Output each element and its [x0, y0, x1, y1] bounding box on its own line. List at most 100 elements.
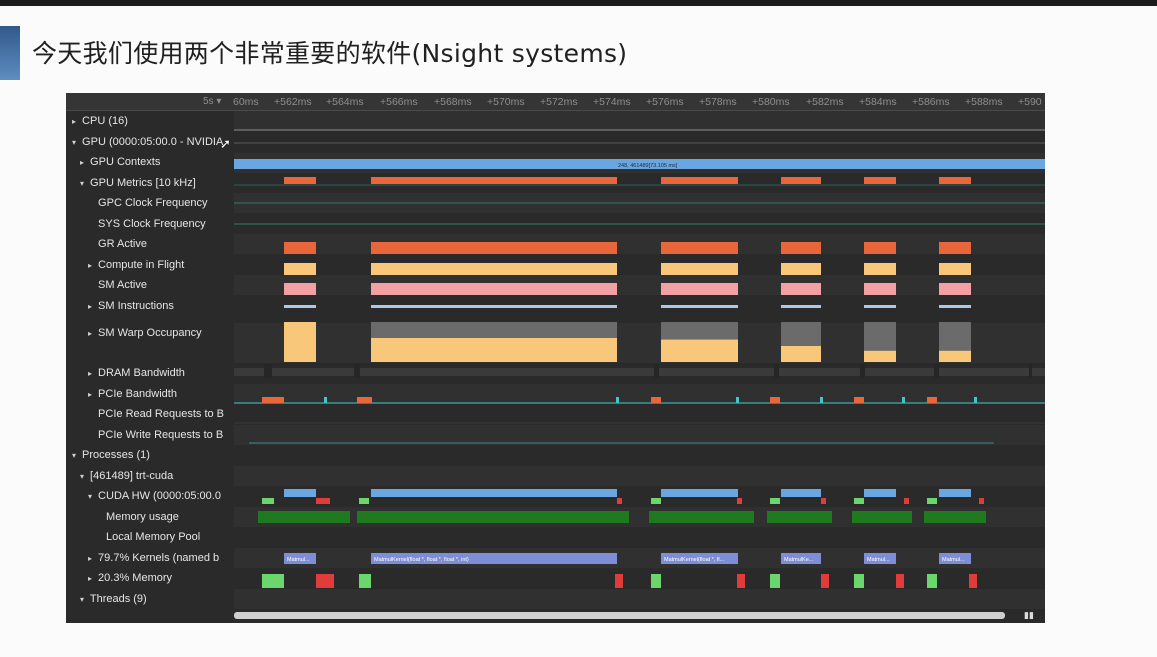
gr-active-segment — [284, 242, 316, 254]
collapsed-arrow-icon[interactable]: ▸ — [85, 385, 95, 404]
compute-in-flight-segment — [939, 263, 971, 275]
dram-gap — [774, 364, 779, 378]
top-window-bar — [0, 0, 1157, 6]
tree-row-label: [461489] trt-cuda — [87, 470, 174, 482]
tree-row[interactable]: Local Memory Pool — [66, 527, 232, 547]
tree-row[interactable]: PCIe Read Requests to B — [66, 404, 232, 424]
tree-row-label: SYS Clock Frequency — [95, 218, 206, 230]
row-tree: ▸ CPU (16) ▾ GPU (0000:05:00.0 - NVIDIA ▸ … — [66, 111, 234, 623]
tree-row[interactable]: ▸ GPU Contexts — [66, 152, 232, 172]
cuda-hw-memory-segment — [854, 498, 864, 504]
expanded-arrow-icon[interactable]: ▾ — [77, 590, 87, 609]
warp-stall-segment — [661, 322, 738, 340]
tree-row-label: SM Instructions — [95, 300, 174, 312]
tree-row[interactable]: SYS Clock Frequency — [66, 214, 232, 234]
tree-row[interactable]: ▾ Processes (1) — [66, 445, 232, 465]
collapsed-arrow-icon[interactable]: ▸ — [85, 569, 95, 588]
sm-instructions-segment — [864, 305, 896, 308]
sm-instructions-segment — [939, 305, 971, 308]
tree-row-label: CUDA HW (0000:05:00.0 — [95, 490, 221, 502]
ruler-tick: +570ms — [487, 96, 525, 108]
metrics-summary-segment — [661, 177, 738, 184]
dram-gap — [860, 364, 865, 378]
cuda-hw-memcpy-segment — [617, 498, 622, 504]
tree-row[interactable]: GPC Clock Frequency — [66, 193, 232, 213]
memory-transfer-red — [615, 574, 623, 588]
sm-active-segment — [371, 283, 617, 295]
sm-instructions-segment — [661, 305, 738, 308]
collapsed-arrow-icon[interactable]: ▸ — [85, 297, 95, 316]
gr-active-segment — [939, 242, 971, 254]
nsight-screenshot: 5s ▾ 60ms +562ms +564ms +566ms +568ms +570ms +… — [66, 93, 1045, 623]
tree-row[interactable]: ▸ 20.3% Memory — [66, 568, 232, 588]
row-stripe — [234, 548, 1045, 568]
memory-usage-segment — [258, 511, 350, 523]
tree-row[interactable]: ▸ 79.7% Kernels (named b — [66, 548, 232, 568]
memory-transfer-green — [651, 574, 661, 588]
pcie-cyan-spike — [902, 397, 905, 403]
tree-row[interactable]: SM Active — [66, 275, 232, 295]
dram-gap — [1029, 364, 1032, 378]
metrics-summary-segment — [371, 177, 617, 184]
tree-row[interactable]: ▸ CPU (16) — [66, 111, 232, 131]
tree-row[interactable]: ▾ [461489] trt-cuda — [66, 466, 232, 486]
expanded-arrow-icon[interactable]: ▾ — [69, 446, 79, 465]
zoom-label[interactable]: 5s ▾ — [203, 96, 221, 107]
tree-row[interactable]: ▾ CUDA HW (0000:05:00.0 — [66, 486, 232, 506]
tree-row[interactable]: ▸ PCIe Bandwidth — [66, 384, 232, 404]
cuda-hw-memory-segment — [770, 498, 780, 504]
warp-stall-segment — [371, 322, 617, 338]
timeline-ruler[interactable]: 5s ▾ 60ms +562ms +564ms +566ms +568ms +570ms +… — [66, 93, 1045, 111]
sm-active-segment — [661, 283, 738, 295]
ruler-tick: +564ms — [326, 96, 364, 108]
expanded-arrow-icon[interactable]: ▾ — [77, 467, 87, 486]
pcie-cyan-spike — [736, 397, 739, 403]
dram-gap — [654, 364, 659, 378]
tree-row[interactable]: ▸ Compute in Flight — [66, 255, 232, 275]
compute-in-flight-segment — [661, 263, 738, 275]
row-stripe — [234, 111, 1045, 131]
scroll-grip-icon[interactable]: ▮▮ — [1024, 611, 1034, 621]
kernel-label: Matmul... — [867, 557, 890, 563]
expanded-arrow-icon[interactable]: ▾ — [77, 174, 87, 193]
tree-row[interactable]: ▾ GPU Metrics [10 kHz] — [66, 173, 232, 193]
tree-row[interactable]: ▾ Threads (9) — [66, 589, 232, 609]
kernel-label: Matmul... — [287, 557, 310, 563]
collapsed-arrow-icon[interactable]: ▸ — [69, 112, 79, 131]
collapsed-arrow-icon[interactable]: ▸ — [85, 549, 95, 568]
collapsed-arrow-icon[interactable]: ▸ — [77, 153, 87, 172]
tree-row-label: GPU Contexts — [87, 156, 161, 168]
compute-in-flight-segment — [371, 263, 617, 275]
tree-row[interactable]: ▸ SM Instructions — [66, 296, 232, 316]
collapsed-arrow-icon[interactable]: ▸ — [85, 256, 95, 275]
collapsed-arrow-icon[interactable]: ▸ — [85, 364, 95, 383]
cuda-hw-memory-segment — [262, 498, 274, 504]
tree-row[interactable]: ▾ GPU (0000:05:00.0 - NVIDIA — [66, 132, 232, 152]
row-stripe — [234, 234, 1045, 254]
expanded-arrow-icon[interactable]: ▾ — [69, 133, 79, 152]
memory-transfer-green — [927, 574, 937, 588]
pcie-cyan-spike — [616, 397, 619, 403]
tree-row[interactable]: PCIe Write Requests to B — [66, 425, 232, 445]
timeline-area[interactable]: 248, 461489[73.105 ms] Matmul... MatmulKer… — [234, 111, 1045, 623]
row-stripe — [234, 425, 1045, 445]
horizontal-scrollbar[interactable] — [234, 612, 1005, 619]
expanded-arrow-icon[interactable]: ▾ — [85, 487, 95, 506]
context-bar-label: 248, 461489[73.105 ms] — [618, 163, 678, 169]
row-stripe — [234, 275, 1045, 295]
ruler-tick: +568ms — [434, 96, 472, 108]
tree-row[interactable]: ▸ DRAM Bandwidth — [66, 363, 232, 383]
tree-row[interactable]: Memory usage — [66, 507, 232, 527]
metrics-summary-segment — [939, 177, 971, 184]
kernel-label: MatmulKe... — [784, 557, 814, 563]
cuda-hw-memcpy-segment — [316, 498, 330, 504]
collapsed-arrow-icon[interactable]: ▸ — [85, 324, 95, 343]
tree-row[interactable]: ▸ SM Warp Occupancy — [66, 323, 232, 343]
cuda-hw-kernel-segment — [939, 489, 971, 497]
ruler-tick: +578ms — [699, 96, 737, 108]
tree-row[interactable]: GR Active — [66, 234, 232, 254]
memory-transfer-red — [896, 574, 904, 588]
memory-usage-segment — [357, 511, 629, 523]
metrics-summary-segment — [864, 177, 896, 184]
dram-gap — [264, 364, 272, 378]
